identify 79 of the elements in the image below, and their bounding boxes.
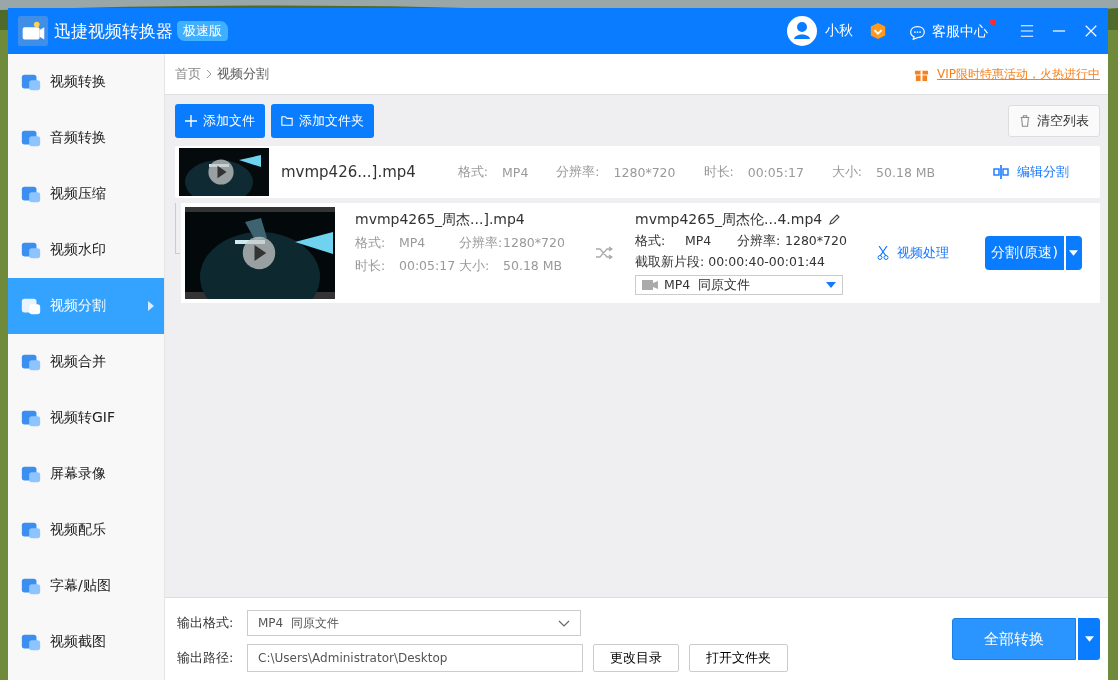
pencil-icon[interactable] bbox=[828, 214, 841, 226]
size-value: 50.18 MB bbox=[876, 164, 936, 180]
sidebar-item[interactable]: 视频转GIF bbox=[8, 390, 164, 446]
app-title: 迅捷视频转换器 bbox=[54, 19, 173, 43]
camera-logo-icon bbox=[18, 16, 48, 46]
sidebar-item[interactable]: 视频截图 bbox=[8, 614, 164, 670]
chat-bubble-icon bbox=[909, 23, 926, 41]
format-value: MP4 bbox=[685, 233, 713, 250]
resolution-label: 分辨率: bbox=[556, 163, 600, 181]
change-directory-button[interactable]: 更改目录 bbox=[593, 644, 679, 672]
add-file-button[interactable]: 添加文件 bbox=[175, 104, 265, 138]
size-label: 大小: bbox=[459, 258, 491, 275]
split-button[interactable]: 分割(原速) bbox=[985, 236, 1064, 270]
caret-icon bbox=[148, 301, 154, 311]
folder-icon bbox=[281, 115, 293, 127]
scissors-icon bbox=[875, 246, 891, 260]
file-name: mvmp426...].mp4 bbox=[281, 162, 416, 182]
breadcrumb-link[interactable]: 首页 bbox=[175, 65, 201, 83]
user-name[interactable]: 小秋 bbox=[825, 22, 853, 40]
format-label: 格式: bbox=[457, 163, 489, 181]
resolution-value: 1280*720 bbox=[503, 235, 565, 252]
resolution-label: 分辨率: bbox=[737, 233, 782, 250]
dropdown-button[interactable] bbox=[1065, 236, 1082, 270]
output-file-name: mvmp4265_周杰伦...4.mp4 bbox=[635, 211, 823, 229]
play-icon[interactable] bbox=[207, 158, 235, 186]
sidebar-item[interactable]: 字幕/贴图 bbox=[8, 558, 164, 614]
split-marker-icon bbox=[993, 165, 1010, 179]
resolution-value: 1280*720 bbox=[613, 164, 676, 180]
sidebar-item[interactable]: 视频转换 bbox=[8, 54, 164, 110]
file-name: mvmp4265_周杰...].mp4 bbox=[355, 211, 526, 229]
duration-value: 00:05:17 bbox=[747, 164, 804, 180]
duration-label: 时长: bbox=[703, 163, 734, 181]
size-value: 50.18 MB bbox=[503, 258, 564, 275]
sidebar-item[interactable]: 视频合并 bbox=[8, 334, 164, 390]
shuffle-icon bbox=[595, 246, 613, 260]
vip-shield-icon[interactable] bbox=[869, 22, 887, 40]
customer-service-link[interactable]: 客服中心 bbox=[909, 19, 996, 43]
output-format-label: 输出格式: bbox=[177, 614, 235, 632]
format-label: 格式: bbox=[635, 233, 667, 250]
chevron-down-icon bbox=[558, 619, 570, 627]
video-process-link[interactable]: 视频处理 bbox=[875, 244, 949, 262]
clip-label: 截取新片段: bbox=[635, 254, 705, 271]
format-label: 格式: bbox=[355, 235, 387, 252]
plus-icon bbox=[185, 115, 197, 127]
avatar-icon[interactable] bbox=[787, 16, 817, 46]
add-folder-button[interactable]: 添加文件夹 bbox=[271, 104, 374, 138]
duration-value: 00:05:17 bbox=[399, 258, 457, 275]
sidebar-item[interactable]: 视频配乐 bbox=[8, 502, 164, 558]
output-path-label: 输出路径: bbox=[177, 649, 235, 667]
dropdown-button[interactable] bbox=[1078, 618, 1100, 660]
close-icon[interactable] bbox=[1084, 24, 1098, 38]
format-value: MP4 bbox=[502, 164, 529, 180]
format-value: MP4 bbox=[399, 235, 427, 252]
trash-icon bbox=[1019, 115, 1031, 127]
service-label[interactable]: 客服中心 bbox=[932, 23, 988, 41]
video-camera-icon bbox=[642, 280, 658, 290]
open-folder-button[interactable]: 打开文件夹 bbox=[689, 644, 788, 672]
menu-icon[interactable] bbox=[1020, 24, 1034, 38]
breadcrumb-current: 视频分割 bbox=[217, 65, 269, 83]
chevron-icon bbox=[206, 69, 212, 79]
dropdown-arrow-icon bbox=[826, 282, 836, 288]
sidebar-item[interactable]: 视频压缩 bbox=[8, 166, 164, 222]
play-icon[interactable] bbox=[241, 235, 277, 271]
clear-list-button[interactable]: 清空列表 bbox=[1008, 105, 1100, 137]
output-format-select[interactable]: MP4 同原文件 bbox=[247, 610, 581, 636]
clip-range: 00:00:40-00:01:44 bbox=[708, 254, 825, 271]
caret-icon bbox=[1084, 636, 1094, 642]
resolution-value: 1280*720 bbox=[785, 233, 847, 250]
output-path-field[interactable]: C:\Users\Administrator\Desktop bbox=[247, 644, 583, 672]
sidebar-item[interactable]: 屏幕录像 bbox=[8, 446, 164, 502]
output-format-dropdown[interactable]: MP4 同原文件 bbox=[635, 275, 843, 295]
caret-icon bbox=[1069, 250, 1079, 256]
duration-label: 时长: bbox=[355, 258, 387, 275]
edit-split-link[interactable]: 编辑分割 bbox=[993, 163, 1070, 181]
resolution-label: 分辨率: bbox=[459, 235, 503, 252]
size-label: 大小: bbox=[831, 163, 863, 181]
sidebar-item[interactable]: 视频水印 bbox=[8, 222, 164, 278]
edition-badge: 极速版 bbox=[177, 21, 228, 41]
sidebar-item[interactable]: 音频转换 bbox=[8, 110, 164, 166]
